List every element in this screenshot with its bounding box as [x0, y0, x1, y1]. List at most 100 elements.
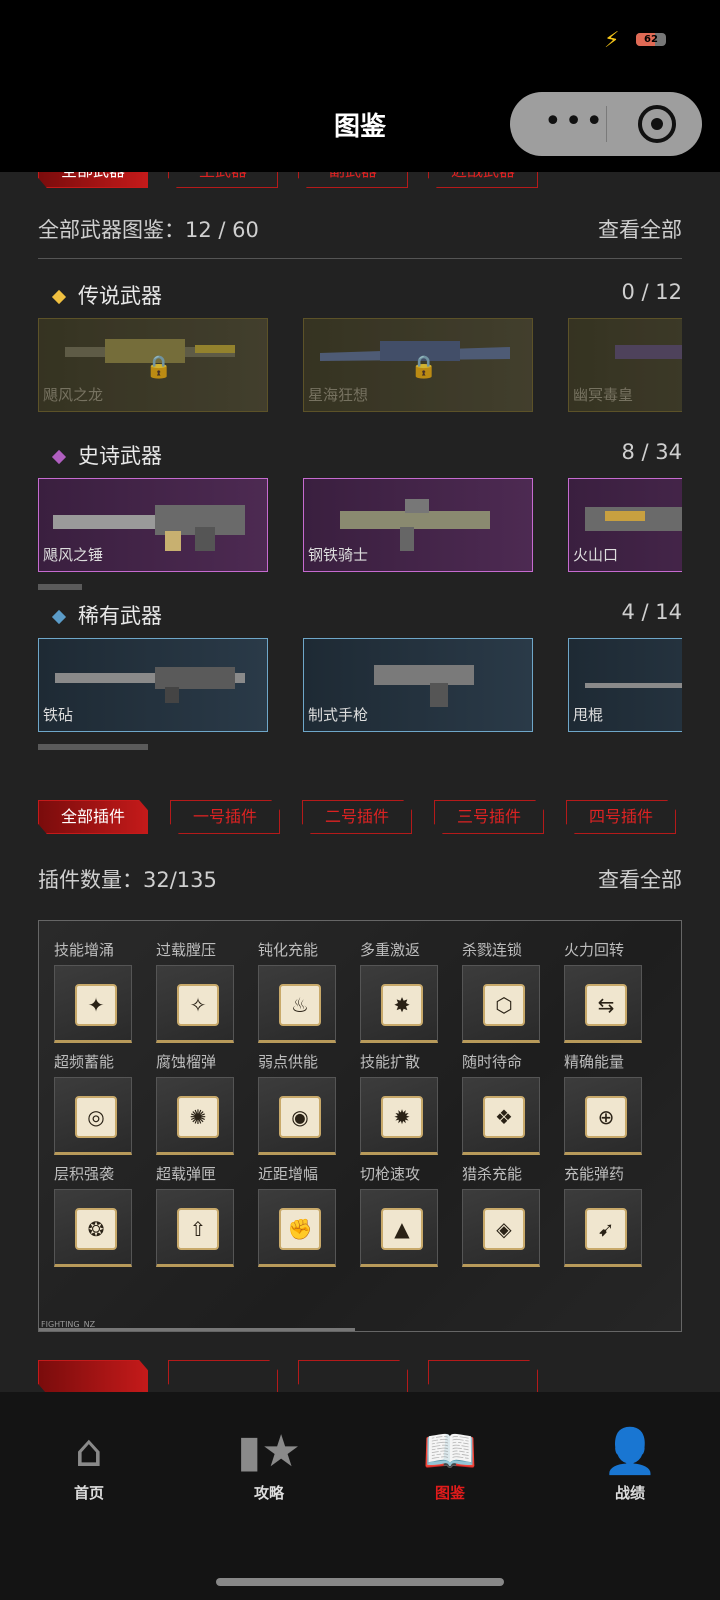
- plugin-item[interactable]: 火力回转 ⇆: [564, 939, 664, 1043]
- plugin-item[interactable]: 技能扩散 ✹: [360, 1051, 460, 1155]
- plugin-item[interactable]: 多重激返 ✸: [360, 939, 460, 1043]
- plugin-icon: ◈: [483, 1208, 525, 1250]
- user-icon: 👤: [602, 1426, 658, 1477]
- section-title-legend: 传说武器: [51, 280, 162, 310]
- weapon-summary: 全部武器图鉴：12 / 60 查看全部: [38, 214, 682, 244]
- plugin-item[interactable]: 弱点供能 ◉: [258, 1051, 358, 1155]
- weapon-card[interactable]: 飓风之锤: [38, 478, 268, 572]
- weapon-view-all-link[interactable]: 查看全部: [598, 214, 682, 244]
- weapon-card[interactable]: 火山口: [568, 478, 682, 572]
- nav-codex[interactable]: 📖 图鉴: [395, 1426, 505, 1503]
- plugin-item[interactable]: 钝化充能 ♨: [258, 939, 358, 1043]
- weapon-name: 幽冥毒皇: [573, 386, 634, 404]
- section-title-epic: 史诗武器: [51, 440, 162, 470]
- plugin-icon: ✧: [177, 984, 219, 1026]
- plugin-icon: ⇆: [585, 984, 627, 1026]
- plugin-summary: 插件数量：32/135 查看全部: [38, 864, 682, 894]
- plugin-icon: ✊: [279, 1208, 321, 1250]
- plugin-view-all-link[interactable]: 查看全部: [598, 864, 682, 894]
- plugin-item[interactable]: 技能增涌 ✦: [54, 939, 154, 1043]
- plugin-icon: ✦: [75, 984, 117, 1026]
- divider: [38, 258, 682, 259]
- plugin-item[interactable]: 切枪速攻 ▲: [360, 1163, 460, 1267]
- plugin-item[interactable]: 过载膛压 ✧: [156, 939, 256, 1043]
- lock-icon: 🔒: [145, 355, 173, 380]
- tab-all-plugins[interactable]: 全部插件: [38, 800, 148, 834]
- status-bar: ⚡ 62: [0, 0, 720, 80]
- plugin-icon: ◉: [279, 1096, 321, 1138]
- main-content[interactable]: 全部武器 主武器 副武器 近战武器 全部武器图鉴：12 / 60 查看全部 传说…: [0, 172, 720, 1392]
- tab-secondary-weapons[interactable]: 副武器: [298, 172, 408, 188]
- plugin-icon: ⊕: [585, 1096, 627, 1138]
- nav-record[interactable]: 👤 战绩: [575, 1426, 685, 1503]
- tab-melee-weapons[interactable]: 近战武器: [428, 172, 538, 188]
- weapon-name: 飓风之龙: [43, 386, 104, 404]
- plugin-item[interactable]: 腐蚀榴弹 ✺: [156, 1051, 256, 1155]
- plugin-item[interactable]: 近距增幅 ✊: [258, 1163, 358, 1267]
- plugin-item[interactable]: 层积强袭 ❂: [54, 1163, 154, 1267]
- nav-home[interactable]: ⌂ 首页: [34, 1426, 144, 1503]
- section-count-legend: 0 / 12: [621, 280, 682, 304]
- tab-plugin-1[interactable]: 一号插件: [170, 800, 280, 834]
- tab-all-weapons[interactable]: 全部武器: [38, 172, 148, 188]
- plugin-item[interactable]: 充能弹药 ➹: [564, 1163, 664, 1267]
- weapon-name: 星海狂想: [308, 386, 369, 404]
- rifle-image: [615, 345, 682, 359]
- weapon-card[interactable]: 🔒 星海狂想: [303, 318, 533, 412]
- close-target-icon[interactable]: [638, 105, 676, 143]
- weapon-count-label: 全部武器图鉴：12 / 60: [38, 218, 259, 242]
- tab-plugin-2[interactable]: 二号插件: [302, 800, 412, 834]
- plugin-icon: ✸: [381, 984, 423, 1026]
- plugin-item[interactable]: 杀戮连锁 ⬡: [462, 939, 562, 1043]
- weapon-name: 甩棍: [573, 706, 604, 724]
- mini-program-capsule: •••: [510, 92, 702, 156]
- plugin-icon: ⬡: [483, 984, 525, 1026]
- codex-icon: 📖: [422, 1426, 478, 1477]
- plugin-item[interactable]: 超频蓄能 ◎: [54, 1051, 154, 1155]
- tab-primary-weapons[interactable]: 主武器: [168, 172, 278, 188]
- weapon-card[interactable]: 钢铁骑士: [303, 478, 533, 572]
- guide-book-icon: ▮★: [237, 1426, 301, 1477]
- weapon-card[interactable]: 🔒 飓风之龙: [38, 318, 268, 412]
- weapon-card[interactable]: 幽冥毒皇: [568, 318, 682, 412]
- epic-weapon-strip[interactable]: 飓风之锤 钢铁骑士 火山口: [38, 478, 682, 574]
- panel-progress-bar: [39, 1328, 355, 1331]
- battery-icon: 62: [636, 33, 666, 46]
- rare-strip-scrollbar[interactable]: [38, 744, 148, 750]
- lock-icon: 🔒: [410, 355, 438, 380]
- plugin-item[interactable]: 猎杀充能 ◈: [462, 1163, 562, 1267]
- weapon-name: 铁砧: [43, 706, 74, 724]
- plugin-grid-panel[interactable]: 技能增涌 ✦ 过载膛压 ✧ 钝化充能 ♨ 多重激返 ✸ 杀戮连锁 ⬡ 火力回转 ⇆ 超频蓄能…: [38, 920, 682, 1332]
- battery-level: 62: [644, 34, 658, 45]
- weapon-name: 火山口: [573, 546, 619, 564]
- more-icon[interactable]: •••: [544, 104, 606, 139]
- weapon-name: 制式手枪: [308, 706, 369, 724]
- bottom-nav: ⌂ 首页 ▮★ 攻略 📖 图鉴 👤 战绩: [0, 1392, 720, 1600]
- tab-plugin-4[interactable]: 四号插件: [566, 800, 676, 834]
- plugin-icon: ♨: [279, 984, 321, 1026]
- diamond-icon: [51, 609, 67, 625]
- weapon-name: 飓风之锤: [43, 546, 104, 564]
- tab-plugin-3[interactable]: 三号插件: [434, 800, 544, 834]
- plugin-icon: ▲: [381, 1208, 423, 1250]
- plugin-icon: ⇧: [177, 1208, 219, 1250]
- charging-icon: ⚡: [604, 28, 620, 53]
- section-title-rare: 稀有武器: [51, 600, 162, 630]
- plugin-item[interactable]: 随时待命 ❖: [462, 1051, 562, 1155]
- plugin-item[interactable]: 超载弹匣 ⇧: [156, 1163, 256, 1267]
- home-icon: ⌂: [75, 1426, 103, 1477]
- plugin-icon: ➹: [585, 1208, 627, 1250]
- weapon-card[interactable]: 制式手枪: [303, 638, 533, 732]
- nav-guide[interactable]: ▮★ 攻略: [214, 1426, 324, 1503]
- home-indicator[interactable]: [216, 1578, 504, 1586]
- weapon-card[interactable]: 甩棍: [568, 638, 682, 732]
- title-bar: 图鉴 •••: [0, 80, 720, 172]
- epic-strip-scrollbar[interactable]: [38, 584, 82, 590]
- plugin-item[interactable]: 精确能量 ⊕: [564, 1051, 664, 1155]
- rare-weapon-strip[interactable]: 铁砧 制式手枪 甩棍: [38, 638, 682, 734]
- section-count-epic: 8 / 34: [621, 440, 682, 464]
- weapon-name: 钢铁骑士: [308, 546, 369, 564]
- legend-weapon-strip[interactable]: 🔒 飓风之龙 🔒 星海狂想 幽冥毒皇: [38, 318, 682, 414]
- weapon-card[interactable]: 铁砧: [38, 638, 268, 732]
- diamond-icon: [51, 289, 67, 305]
